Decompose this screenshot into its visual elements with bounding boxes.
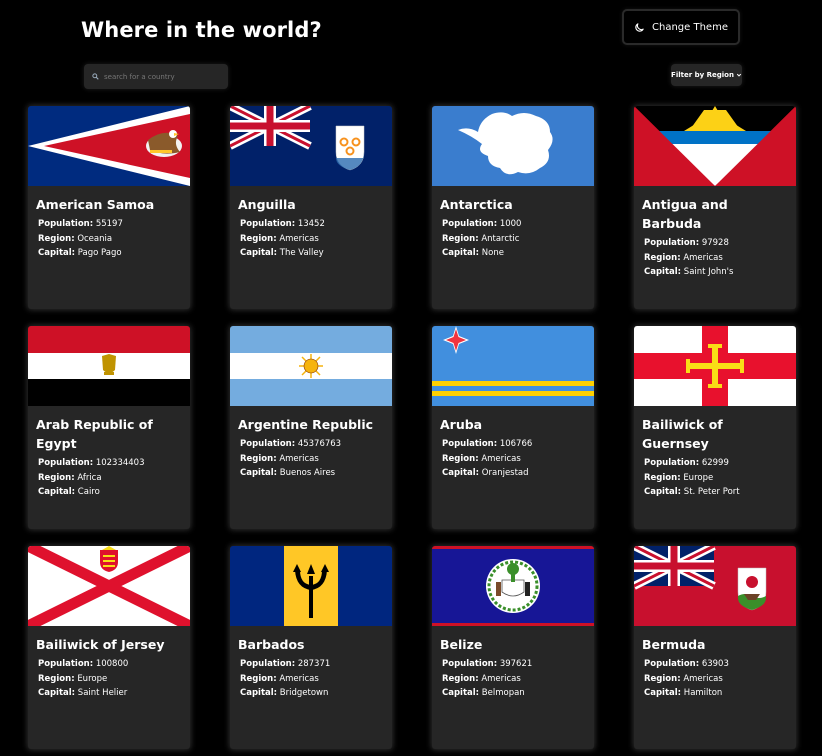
capital-row: Capital: Bridgetown — [240, 688, 329, 698]
country-name: Antarctica — [440, 197, 513, 212]
flag-barbados — [230, 546, 392, 626]
country-card[interactable]: Aruba Population: 106766 Region: America… — [432, 326, 594, 529]
country-card[interactable]: Arab Republic of Egypt Population: 10233… — [28, 326, 190, 529]
capital-row: Capital: Cairo — [38, 487, 100, 497]
country-card[interactable]: American Samoa Population: 55197 Region:… — [28, 106, 190, 309]
region-row: Region: Americas — [644, 673, 723, 684]
population-row: Population: 55197 — [38, 219, 123, 229]
page-title: Where in the world? — [81, 18, 322, 42]
population-row: Population: 100800 — [38, 659, 129, 669]
region-row: Region: Americas — [644, 252, 723, 263]
population-row: Population: 287371 — [240, 659, 331, 669]
country-name: Bailiwick of Jersey — [36, 637, 165, 652]
region-row: Region: Americas — [240, 233, 319, 244]
search-icon — [92, 73, 99, 80]
capital-row: Capital: Saint John's — [644, 267, 734, 277]
capital-row: Capital: Belmopan — [442, 688, 525, 698]
country-name: Antigua and Barbuda — [642, 197, 728, 231]
capital-row: Capital: None — [442, 248, 504, 258]
chevron-down-icon — [736, 73, 742, 77]
capital-row: Capital: Buenos Aires — [240, 468, 336, 478]
region-row: Region: Antarctic — [442, 233, 520, 244]
country-name: Anguilla — [238, 197, 296, 212]
country-card[interactable]: Argentine Republic Population: 45376763 … — [230, 326, 392, 529]
flag-jersey — [28, 546, 190, 626]
capital-row: Capital: Hamilton — [644, 688, 723, 698]
flag-guernsey — [634, 326, 796, 406]
flag-belize — [432, 546, 594, 626]
app-root: Where in the world? Change Theme Filter … — [0, 0, 822, 756]
country-name: Arab Republic of Egypt — [36, 417, 153, 451]
country-card[interactable]: Belize Population: 397621 Region: Americ… — [432, 546, 594, 749]
population-row: Population: 62999 — [644, 458, 729, 468]
capital-row: Capital: Pago Pago — [38, 248, 122, 258]
flag-argentina — [230, 326, 392, 406]
moon-icon — [635, 22, 644, 32]
flag-aruba — [432, 326, 594, 406]
capital-row: Capital: Saint Helier — [38, 688, 128, 698]
flag-american-samoa — [28, 106, 190, 186]
population-row: Population: 102334403 — [38, 458, 145, 468]
population-row: Population: 1000 — [442, 219, 522, 229]
capital-row: Capital: The Valley — [240, 248, 324, 258]
region-row: Region: Americas — [240, 453, 319, 464]
region-row: Region: Americas — [240, 673, 319, 684]
country-card[interactable]: Bermuda Population: 63903 Region: Americ… — [634, 546, 796, 749]
search-box[interactable] — [84, 64, 228, 89]
region-row: Region: Americas — [442, 453, 521, 464]
capital-row: Capital: Oranjestad — [442, 468, 529, 478]
country-name: Belize — [440, 637, 483, 652]
country-name: Barbados — [238, 637, 305, 652]
country-card[interactable]: Anguilla Population: 13452 Region: Ameri… — [230, 106, 392, 309]
population-row: Population: 45376763 — [240, 439, 342, 449]
change-theme-button[interactable]: Change Theme — [622, 9, 740, 45]
region-row: Region: Oceania — [38, 233, 113, 244]
region-row: Region: Europe — [644, 472, 714, 483]
region-filter-label: Filter by Region — [671, 71, 734, 79]
country-card[interactable]: Antarctica Population: 1000 Region: Anta… — [432, 106, 594, 309]
population-row: Population: 13452 — [240, 219, 325, 229]
population-row: Population: 97928 — [644, 238, 729, 248]
country-card[interactable]: Bailiwick of Guernsey Population: 62999 … — [634, 326, 796, 529]
capital-row: Capital: St. Peter Port — [644, 487, 740, 497]
flag-antigua-and-barbuda — [634, 106, 796, 186]
country-name: American Samoa — [36, 197, 155, 212]
population-row: Population: 63903 — [644, 659, 729, 669]
region-row: Region: Europe — [38, 673, 108, 684]
flag-anguilla — [230, 106, 392, 186]
country-card[interactable]: Bailiwick of Jersey Population: 100800 R… — [28, 546, 190, 749]
search-input[interactable] — [104, 72, 214, 81]
country-name: Aruba — [440, 417, 483, 432]
flag-antarctica — [432, 106, 594, 186]
flag-bermuda — [634, 546, 796, 626]
country-name: Argentine Republic — [238, 417, 374, 432]
region-filter-select[interactable]: Filter by Region — [671, 64, 742, 86]
country-name: Bailiwick of Guernsey — [642, 417, 723, 451]
region-row: Region: Americas — [442, 673, 521, 684]
country-card[interactable]: Antigua and Barbuda Population: 97928 Re… — [634, 106, 796, 309]
region-row: Region: Africa — [38, 472, 102, 483]
change-theme-label: Change Theme — [652, 21, 728, 33]
country-name: Bermuda — [642, 637, 706, 652]
population-row: Population: 106766 — [442, 439, 533, 449]
country-card[interactable]: Barbados Population: 287371 Region: Amer… — [230, 546, 392, 749]
flag-egypt — [28, 326, 190, 406]
population-row: Population: 397621 — [442, 659, 533, 669]
